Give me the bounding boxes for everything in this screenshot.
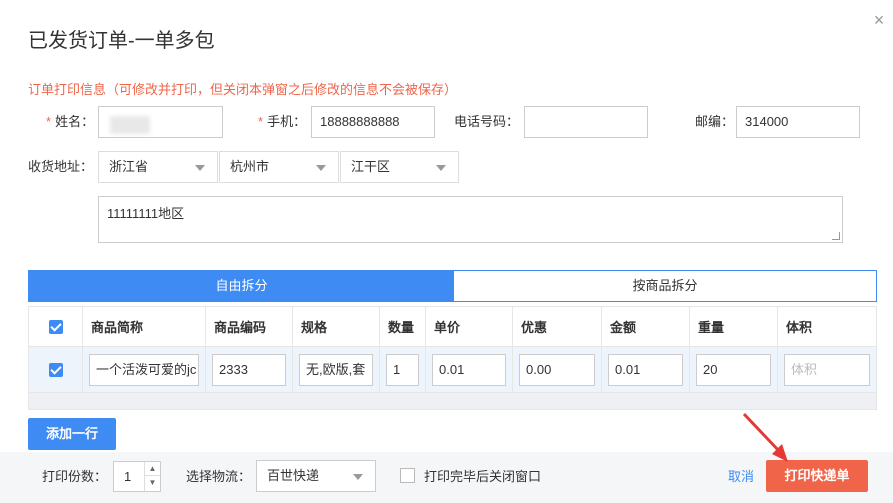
notice-text: 订单打印信息（可修改并打印，但关闭本弹窗之后修改的信息不会被保存） (28, 82, 458, 97)
header-volume: 体积 (786, 320, 813, 335)
select-all-cell (29, 307, 83, 346)
tab-free-split[interactable]: 自由拆分 (29, 271, 454, 301)
discount-input[interactable]: 0.00 (519, 353, 595, 386)
zip-label: 邮编： (695, 114, 735, 129)
cancel-button[interactable]: 取消 (728, 462, 754, 492)
close-icon[interactable]: × (871, 11, 887, 29)
row-select-cell (29, 347, 83, 392)
header-amount: 金额 (602, 307, 690, 346)
resize-handle-icon[interactable] (832, 232, 840, 240)
close-after-print-checkbox[interactable] (400, 468, 415, 483)
tel-label: 电话号码： (454, 114, 520, 129)
header-name: 商品简称 (83, 307, 206, 346)
zip-input[interactable]: 314000 (736, 106, 860, 138)
amount-input[interactable]: 0.01 (608, 353, 683, 386)
stepper-up-icon[interactable]: ▲ (145, 462, 160, 476)
stepper-down-icon[interactable]: ▼ (145, 476, 160, 490)
chevron-down-icon (316, 165, 326, 171)
product-code-input[interactable]: 2333 (212, 353, 286, 386)
header-code: 商品编码 (206, 307, 293, 346)
order-dialog: 已发货订单-一单多包 × 订单打印信息（可修改并打印，但关闭本弹窗之后修改的信息… (0, 0, 893, 503)
name-label: * 姓名： (46, 114, 95, 129)
header-discount: 优惠 (513, 307, 602, 346)
phone-input[interactable]: 18888888888 (311, 106, 435, 138)
table-header-row: 商品简称 商品编码 规格 数量 单价 优惠 金额 重量 体积 (29, 307, 876, 347)
product-table: 商品简称 商品编码 规格 数量 单价 优惠 金额 重量 体积 一个活泼可爱的jc… (28, 306, 877, 410)
product-name-input[interactable]: 一个活泼可爱的jc (89, 353, 199, 386)
address-label: 收货地址： (28, 159, 94, 174)
tel-input[interactable] (524, 106, 648, 138)
header-qty: 数量 (380, 307, 426, 346)
add-row-button[interactable]: 添加一行 (28, 418, 116, 450)
logistics-select[interactable]: 百世快递 (256, 460, 376, 492)
qty-input[interactable]: 1 (386, 353, 419, 386)
header-price: 单价 (426, 307, 513, 346)
horizontal-scrollbar[interactable] (29, 393, 876, 409)
header-weight: 重量 (690, 307, 778, 346)
spec-input[interactable]: 无,欧版,套 (299, 353, 373, 386)
select-all-checkbox[interactable] (48, 319, 63, 334)
table-row: 一个活泼可爱的jc 2333 无,欧版,套 1 0.01 0.00 0.01 2… (29, 347, 876, 393)
row-checkbox[interactable] (48, 362, 63, 377)
chevron-down-icon (436, 165, 446, 171)
print-waybill-button[interactable]: 打印快递单 (766, 460, 868, 492)
logistics-label: 选择物流： (186, 469, 252, 484)
volume-input[interactable]: 体积 (784, 353, 870, 386)
footer-bar: 打印份数： 1 ▲ ▼ 选择物流： 百世快递 打印完毕后关闭窗口 (0, 452, 893, 503)
province-select[interactable]: 浙江省 (98, 151, 218, 183)
copies-label: 打印份数： (42, 469, 108, 484)
city-select[interactable]: 杭州市 (219, 151, 339, 183)
dialog-title: 已发货订单-一单多包 (28, 30, 215, 52)
phone-label: * 手机： (258, 114, 307, 129)
address-detail-textarea[interactable]: 11111111地区 (98, 196, 843, 243)
split-tabs: 自由拆分 按商品拆分 (28, 270, 877, 302)
header-spec: 规格 (293, 307, 380, 346)
name-redacted-blur (110, 116, 150, 134)
chevron-down-icon (353, 474, 363, 480)
weight-input[interactable]: 20 (696, 353, 771, 386)
tab-by-product[interactable]: 按商品拆分 (454, 271, 876, 301)
price-input[interactable]: 0.01 (432, 353, 506, 386)
copies-stepper[interactable]: 1 ▲ ▼ (113, 461, 161, 492)
district-select[interactable]: 江干区 (340, 151, 459, 183)
chevron-down-icon (195, 165, 205, 171)
close-after-print-label: 打印完毕后关闭窗口 (424, 469, 542, 484)
